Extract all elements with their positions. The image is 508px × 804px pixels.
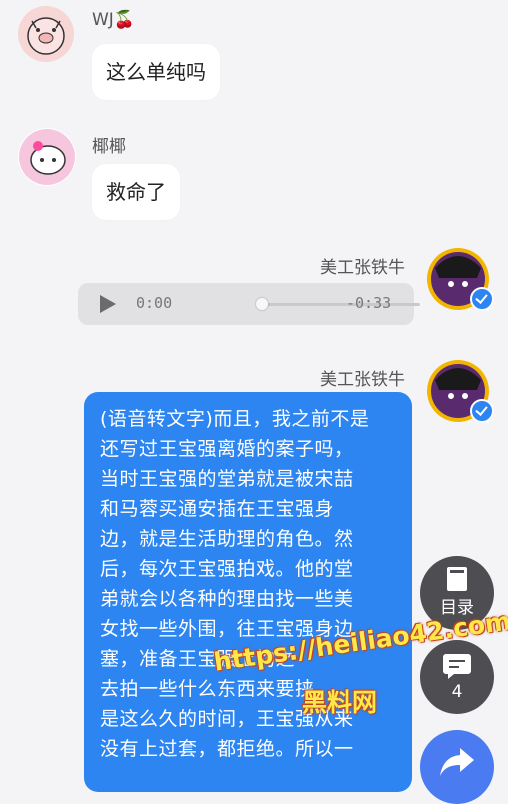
message-bubble-transcript[interactable]: (语音转文字)而且，我之前不是 还写过王宝强离婚的案子吗， 当时王宝强的堂弟就是…	[84, 392, 412, 792]
verified-badge-icon	[470, 287, 494, 311]
audio-progress-knob[interactable]	[256, 298, 268, 310]
transcript-line: 和马蓉买通安插在王宝强身	[100, 498, 335, 520]
sender-name: WJ🍒	[92, 10, 135, 30]
sender-name: 美工张铁牛	[320, 370, 405, 390]
transcript-line: 弟就会以各种的理由找一些美	[100, 588, 354, 610]
audio-current-time: 0:00	[136, 294, 173, 312]
transcript-line: 还写过王宝强离婚的案子吗，	[100, 438, 354, 460]
comments-button[interactable]: 4	[420, 640, 494, 714]
transcript-line: (语音转文字)而且，我之前不是	[100, 408, 370, 430]
play-icon[interactable]	[100, 295, 116, 313]
comments-count: 4	[451, 682, 463, 702]
sender-name: 椰椰	[92, 137, 126, 157]
verified-badge-icon	[470, 399, 494, 423]
transcript-line: 当时王宝强的堂弟就是被宋喆	[100, 468, 354, 490]
transcript-line: 没有上过套，都拒绝。所以一	[100, 738, 354, 760]
share-button[interactable]	[420, 730, 494, 804]
watermark-site: 黑料网	[302, 688, 378, 717]
audio-remaining-time: -0:33	[346, 294, 392, 312]
audio-progress-track[interactable]	[260, 303, 420, 306]
message-bubble[interactable]: 这么单纯吗	[92, 44, 220, 100]
comment-icon	[443, 654, 471, 679]
sender-name: 美工张铁牛	[320, 258, 405, 278]
message-bubble[interactable]: 救命了	[92, 164, 180, 220]
transcript-line: 后，每次王宝强拍戏。他的堂	[100, 558, 354, 580]
avatar-wj[interactable]	[18, 6, 74, 62]
share-icon	[440, 748, 474, 776]
pig-avatar-icon	[27, 17, 65, 55]
hello-kitty-avatar-icon	[19, 129, 75, 185]
audio-player[interactable]: 0:00 -0:33	[78, 283, 420, 325]
transcript-line: 边，就是生活助理的角色。然	[100, 528, 354, 550]
avatar-yeye[interactable]	[18, 128, 76, 186]
